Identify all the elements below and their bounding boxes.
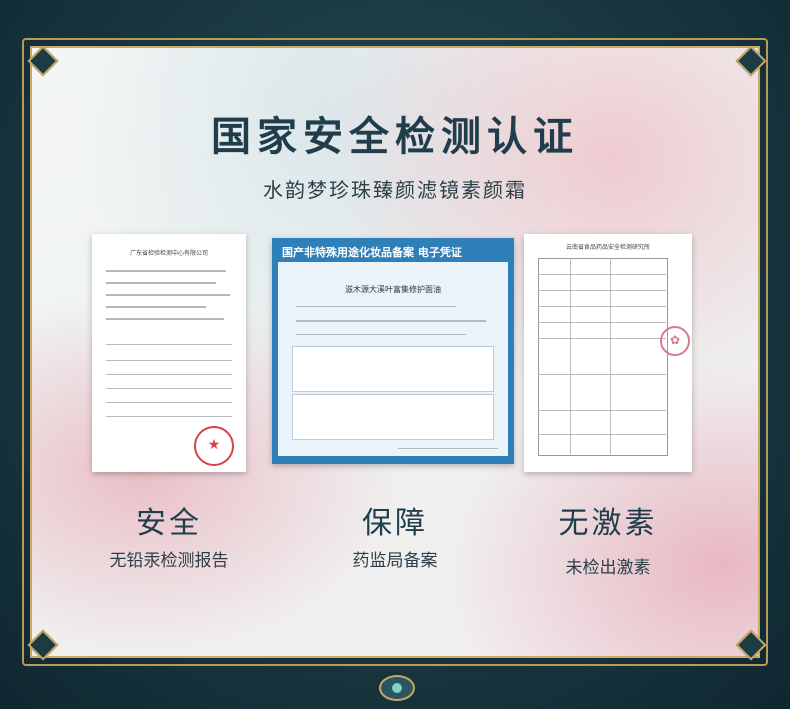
product-subtitle: 水韵梦珍珠臻颜滤镜素颜霜 <box>263 178 527 202</box>
doc3-header: 云南省食品药品安全检测研究所 <box>565 244 650 251</box>
doc2-header: 国产非特殊用途化妆品备案 电子凭证 <box>282 246 462 259</box>
page-title: 国家安全检测认证 <box>211 113 579 160</box>
badge-no-hormone-title: 无激素 <box>558 506 658 541</box>
filing-certificate-document: 国产非特殊用途化妆品备案 电子凭证 滋木源大溪叶富集修护面油 <box>272 238 514 464</box>
badge-guarantee-desc: 药监局备案 <box>352 551 438 571</box>
badge-safe-desc: 无铅汞检测报告 <box>109 551 229 571</box>
doc2-product-name: 滋木源大溪叶富集修护面油 <box>345 285 441 294</box>
pink-seal-stamp: ✿ <box>660 326 690 356</box>
hormone-test-document: 云南省食品药品安全检测研究所 ✿ <box>524 234 692 472</box>
doc1-header: 广东省检验检测中心有限公司 <box>129 250 208 257</box>
test-report-document: 广东省检验检测中心有限公司 ★ <box>92 234 246 472</box>
badge-no-hormone-desc: 未检出激素 <box>565 558 651 578</box>
badge-safe-title: 安全 <box>136 506 202 541</box>
red-seal-stamp: ★ <box>194 426 234 466</box>
doc2-body: 滋木源大溪叶富集修护面油 <box>278 262 508 456</box>
badge-guarantee-title: 保障 <box>362 506 428 541</box>
bottom-gem-ornament <box>379 675 415 701</box>
